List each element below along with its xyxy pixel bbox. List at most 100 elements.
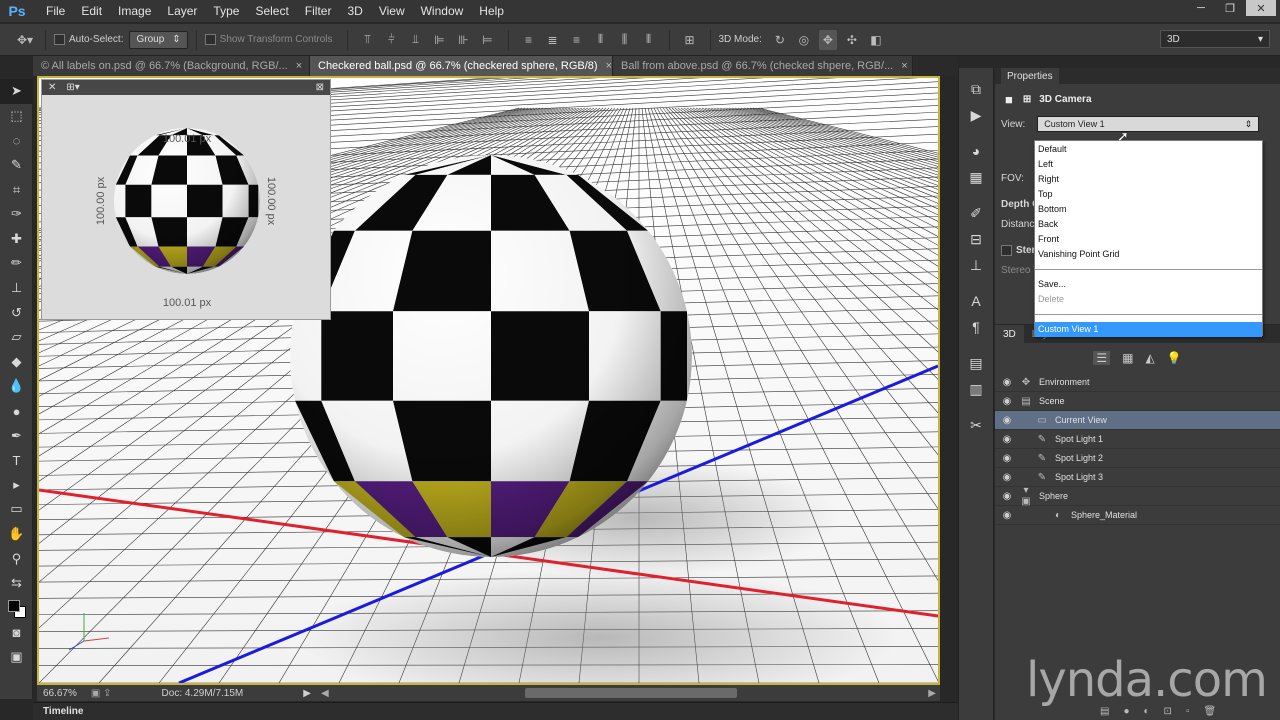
tool-presets-panel-icon[interactable]: ✂ [959,412,993,438]
visibility-eye-icon[interactable]: ◉ [995,434,1019,445]
tab-3d[interactable]: 3D [995,325,1024,343]
collapse-icon[interactable]: ⊠ [316,82,324,93]
screen-mode-icon[interactable]: ▣ [0,645,33,670]
materials-filter-icon[interactable]: ◭ [1145,351,1154,365]
zoom-tool-icon[interactable]: ⚲ [0,546,33,571]
menu-help[interactable]: Help [471,0,512,22]
scroll-left-icon[interactable]: ◀ [321,688,329,699]
slide-3d-icon[interactable]: ✣ [843,30,861,50]
menu-view[interactable]: View [371,0,413,22]
align-hcenter-icon[interactable]: ⊪ [455,30,473,50]
swatches-panel-icon[interactable]: ▦ [959,164,993,190]
checkered-sphere[interactable] [289,155,693,559]
lights-filter-icon[interactable]: 💡 [1167,351,1182,365]
distribute-vcenter-icon[interactable]: ≣ [544,30,562,50]
tab-properties[interactable]: Properties [1001,68,1059,84]
healing-brush-tool-icon[interactable]: ✚ [0,227,33,252]
close-icon[interactable]: ✕ [48,82,56,93]
dodge-tool-icon[interactable]: ● [0,399,33,424]
roll-3d-icon[interactable]: ◎ [795,30,813,50]
drag-3d-icon[interactable]: ✥ [818,29,837,50]
distribute-right-icon[interactable]: ⦀ [640,30,658,50]
tab-checkered-ball[interactable]: Checkered ball.psd @ 66.7% (checkered sp… [310,56,613,76]
visibility-eye-icon[interactable]: ◉ [995,396,1019,407]
tab-all-labels[interactable]: © All labels on.psd @ 66.7% (Background,… [33,56,310,76]
view-option-right[interactable]: Right [1035,171,1262,186]
scroll-right-icon[interactable]: ▶ [928,688,936,699]
view-option-bottom[interactable]: Bottom [1035,201,1262,216]
distribute-left-icon[interactable]: ⦀ [592,30,610,50]
distribute-top-icon[interactable]: ≡ [520,30,538,50]
close-tab-icon[interactable]: × [296,60,302,72]
menu-file[interactable]: File [38,0,73,22]
quick-mask-icon[interactable]: ◙ [0,620,33,645]
clone-source-panel-icon[interactable]: ⊥ [959,252,993,278]
visibility-eye-icon[interactable]: ◉ [995,491,1019,502]
layer-row-spot-light-1[interactable]: ◉ ✎ Spot Light 1 [995,430,1280,449]
close-tab-icon[interactable]: × [901,60,907,72]
status-menu-arrow-icon[interactable]: ▶ [303,688,311,699]
distribute-bottom-icon[interactable]: ≡ [568,30,586,50]
rectangle-tool-icon[interactable]: ▭ [0,497,33,522]
character-panel-icon[interactable]: A [959,288,993,314]
notes-panel-icon[interactable]: ▤ [959,350,993,376]
layer-row-current-view[interactable]: ◉ ▭ Current View [995,411,1280,430]
lasso-tool-icon[interactable]: ◌ [0,128,33,153]
view-option-custom-view-1[interactable]: Custom View 1 [1035,321,1262,338]
workspace-dropdown[interactable]: 3D ▾ [1160,30,1270,48]
tab-ball-from-above[interactable]: Ball from above.psd @ 66.7% (checked shp… [613,56,913,76]
eraser-tool-icon[interactable]: ▱ [0,325,33,350]
close-button[interactable]: ✕ [1246,0,1276,16]
layer-row-spot-light-2[interactable]: ◉ ✎ Spot Light 2 [995,449,1280,468]
layer-row-spot-light-3[interactable]: ◉ ✎ Spot Light 3 [995,468,1280,487]
menu-3d[interactable]: 3D [339,0,370,22]
layer-row-scene[interactable]: ◉ ▤ Scene [995,392,1280,411]
align-right-icon[interactable]: ⊨ [479,30,497,50]
auto-select-dropdown[interactable]: Group ⇕ [129,30,188,49]
eyedropper-tool-icon[interactable]: ✑ [0,202,33,227]
menu-layer[interactable]: Layer [159,0,205,22]
menu-type[interactable]: Type [205,0,247,22]
info-panel-icon[interactable]: ▥ [959,376,993,402]
auto-align-icon[interactable]: ⊞ [681,30,699,50]
swap-colors-icon[interactable]: ⇆ [0,571,33,596]
visibility-eye-icon[interactable]: ◉ [995,377,1019,388]
clone-stamp-tool-icon[interactable]: ⊥ [0,276,33,301]
layer-row-sphere[interactable]: ◉ ▾ ▣ Sphere [995,485,1280,507]
pen-tool-icon[interactable]: ✒ [0,423,33,448]
scale-3d-icon[interactable]: ◧ [867,30,885,50]
align-bottom-icon[interactable]: ⫫ [407,30,425,50]
secondary-view-panel[interactable]: ✕ ⊞▾ ⊠ 100.01 px 100.01 px 100.00 px 100… [41,79,331,320]
hand-tool-icon[interactable]: ✋ [0,522,33,547]
meshes-filter-icon[interactable]: ▦ [1122,351,1133,365]
view-option-vanishing-point-grid[interactable]: Vanishing Point Grid [1035,247,1262,262]
view-option-back[interactable]: Back [1035,216,1262,231]
menu-window[interactable]: Window [413,0,472,22]
view-option-default[interactable]: Default [1035,141,1262,156]
adjustments-panel-icon[interactable]: ⊟ [959,226,993,252]
move-tool-preset-icon[interactable]: ✥▾ [16,30,34,50]
visibility-eye-icon[interactable]: ◉ [995,453,1019,464]
layer-row-environment[interactable]: ◉ ✥ Environment [995,373,1280,392]
type-tool-icon[interactable]: T [0,448,33,473]
path-select-tool-icon[interactable]: ▸ [0,473,33,498]
view-option-left[interactable]: Left [1035,156,1262,171]
quick-select-tool-icon[interactable]: ✎ [0,153,33,178]
visibility-eye-icon[interactable]: ◉ [995,472,1019,483]
zoom-level[interactable]: 66.67% [43,688,77,699]
blur-tool-icon[interactable]: 💧 [0,374,33,399]
menu-image[interactable]: Image [110,0,159,22]
status-icon[interactable]: ▣ ⇪ [91,688,112,699]
actions-panel-icon[interactable]: ▶ [959,102,993,128]
visibility-eye-icon[interactable]: ◉ [995,510,1019,521]
align-vcenter-icon[interactable]: ⫩ [383,30,401,50]
visibility-eye-icon[interactable]: ◉ [995,415,1019,426]
close-tab-icon[interactable]: × [606,60,612,72]
minimize-button[interactable]: ─ [1188,0,1214,16]
auto-select-checkbox[interactable] [54,34,65,45]
menu-filter[interactable]: Filter [297,0,340,22]
brush-panel-icon[interactable]: ✐ [959,200,993,226]
distribute-hcenter-icon[interactable]: ⫼ [616,30,634,50]
align-top-icon[interactable]: ⫪ [359,30,377,50]
menu-edit[interactable]: Edit [73,0,110,22]
